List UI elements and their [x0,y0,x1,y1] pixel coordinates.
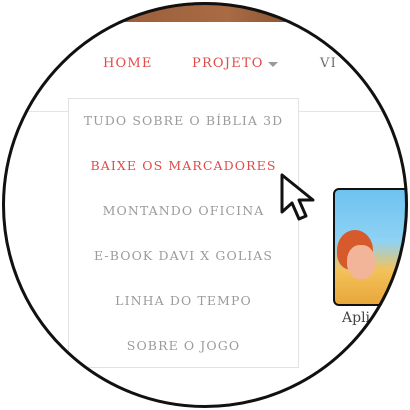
main-nav: HOME PROJETO VI [2,42,408,86]
mouse-pointer-icon [280,173,315,221]
zoom-lens: HOME PROJETO VI TUDO SOBRE O BÍBLIA 3D B… [2,2,408,408]
app-card-thumbnail[interactable] [333,188,408,306]
nav-home[interactable]: HOME [103,56,153,71]
nav-projeto[interactable]: PROJETO [192,56,264,71]
app-card-label[interactable]: Apli [342,310,370,326]
menu-item-linha-do-tempo[interactable]: LINHA DO TEMPO [69,293,298,308]
projeto-dropdown-menu: TUDO SOBRE O BÍBLIA 3D BAIXE OS MARCADOR… [68,98,299,368]
character-face [347,245,375,279]
header-banner-image [2,2,408,22]
menu-item-sobre-o-jogo[interactable]: SOBRE O JOGO [69,338,298,353]
nav-next-item[interactable]: VI [320,56,337,71]
menu-item-tudo-sobre[interactable]: TUDO SOBRE O BÍBLIA 3D [69,113,298,128]
chevron-down-icon[interactable] [268,62,278,67]
menu-item-montando-oficina[interactable]: MONTANDO OFICINA [69,203,298,218]
menu-item-baixe-marcadores[interactable]: BAIXE OS MARCADORES [69,158,298,173]
menu-item-ebook-davi-golias[interactable]: E-BOOK DAVI X GOLIAS [69,248,298,263]
